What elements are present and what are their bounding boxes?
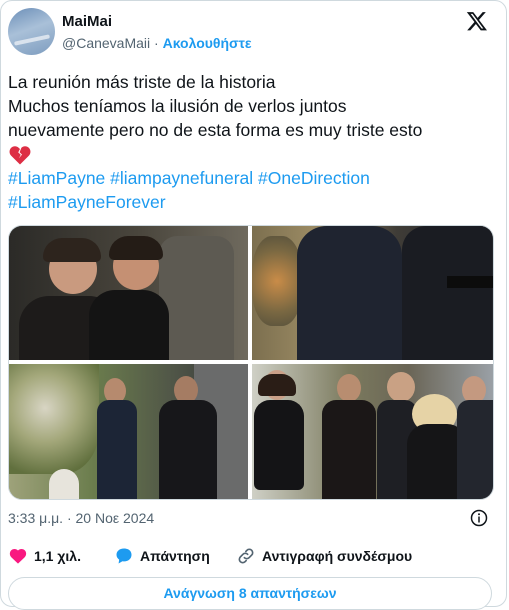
reply-bubble-icon bbox=[116, 548, 132, 564]
tweet-card: MaiMai @CanevaMaii · Ακολουθήστε La reun… bbox=[0, 0, 507, 610]
copy-link-label: Αντιγραφή συνδέσμου bbox=[262, 548, 413, 564]
info-icon[interactable] bbox=[470, 509, 488, 527]
reply-button[interactable]: Απάντηση bbox=[114, 546, 210, 566]
heart-icon bbox=[9, 548, 27, 564]
link-icon bbox=[238, 548, 254, 564]
tweet-line-2: Muchos teníamos la ilusión de verlos jun… bbox=[8, 96, 347, 116]
media-grid[interactable] bbox=[8, 225, 494, 500]
hashtags-line-1[interactable]: #LiamPayne #liampaynefuneral #OneDirecti… bbox=[8, 166, 370, 190]
like-button[interactable]: 1,1 χιλ. bbox=[8, 546, 81, 566]
like-count: 1,1 χιλ. bbox=[34, 548, 81, 564]
follow-button[interactable]: Ακολουθήστε bbox=[163, 35, 252, 51]
broken-heart-icon bbox=[9, 146, 31, 165]
meta-separator: · bbox=[66, 510, 72, 526]
date: 20 Νοε 2024 bbox=[75, 510, 155, 526]
photo-1[interactable] bbox=[9, 226, 248, 360]
x-logo-icon[interactable] bbox=[466, 10, 488, 32]
photo-4[interactable] bbox=[252, 364, 493, 499]
time: 3:33 μ.μ. bbox=[8, 510, 64, 526]
avatar[interactable] bbox=[8, 8, 55, 55]
tweet-line-1: La reunión más triste de la historia bbox=[8, 72, 276, 92]
action-bar: 1,1 χιλ. Απάντηση Αντιγραφή συνδέσμου bbox=[8, 546, 503, 570]
timestamp[interactable]: 3:33 μ.μ. · 20 Νοε 2024 bbox=[8, 510, 154, 526]
hashtags-line-2[interactable]: #LiamPayneForever bbox=[8, 190, 370, 214]
photo-2[interactable] bbox=[252, 226, 493, 360]
reply-label: Απάντηση bbox=[140, 548, 210, 564]
copy-link-button[interactable]: Αντιγραφή συνδέσμου bbox=[236, 546, 412, 566]
tweet-text: La reunión más triste de la historia Muc… bbox=[8, 70, 503, 166]
hashtags: #LiamPayne #liampaynefuneral #OneDirecti… bbox=[8, 166, 370, 214]
separator-dot: · bbox=[154, 35, 163, 51]
tweet-line-3: nuevamente pero no de esta forma es muy … bbox=[8, 120, 423, 140]
author-name[interactable]: MaiMai bbox=[62, 13, 112, 30]
author-handle[interactable]: @CanevaMaii bbox=[62, 35, 150, 51]
read-replies-button[interactable]: Ανάγνωση 8 απαντήσεων bbox=[8, 577, 492, 610]
author-handle-row: @CanevaMaii · Ακολουθήστε bbox=[62, 35, 252, 51]
photo-3[interactable] bbox=[9, 364, 248, 499]
